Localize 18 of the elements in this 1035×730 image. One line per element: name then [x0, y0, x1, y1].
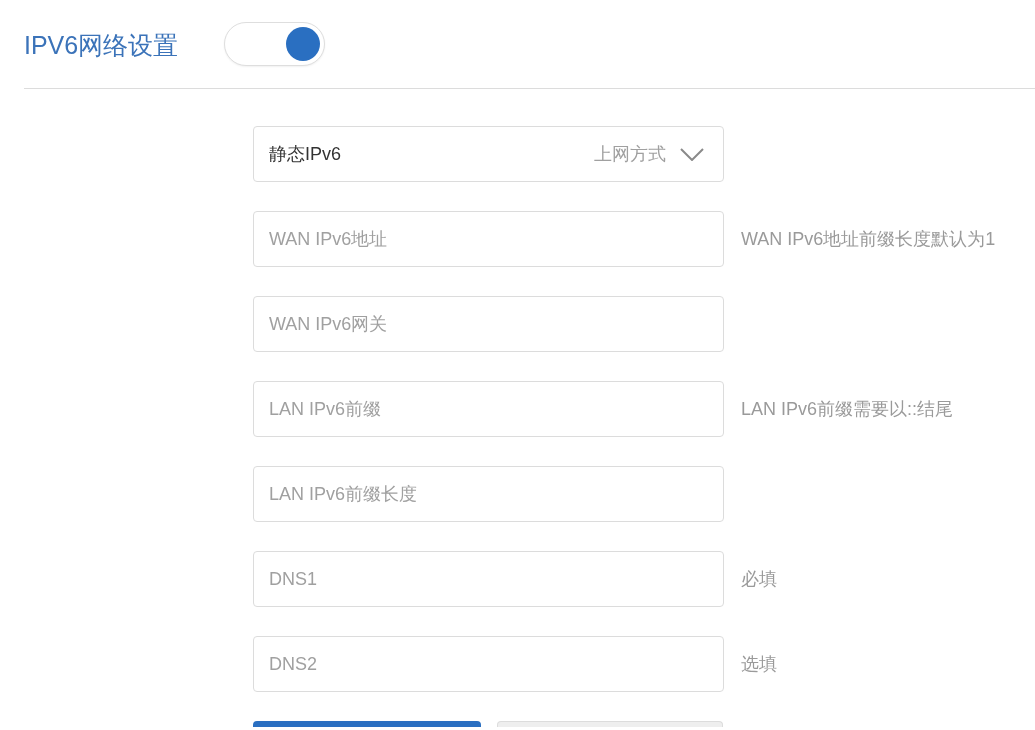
field-hint: LAN IPv6前缀需要以::结尾 [741, 398, 954, 421]
chevron-down-icon [680, 147, 704, 161]
input-field[interactable]: WAN IPv6网关 [253, 296, 724, 352]
secondary-button[interactable] [497, 721, 723, 727]
select-field[interactable]: 静态IPv6 上网方式 [253, 126, 724, 182]
field-hint: 选填 [741, 653, 777, 676]
field-hint: 必填 [741, 568, 777, 591]
primary-button[interactable] [253, 721, 481, 727]
input-field[interactable]: DNS1 [253, 551, 724, 607]
input-field[interactable]: LAN IPv6前缀 [253, 381, 724, 437]
select-label: 上网方式 [594, 143, 666, 166]
field-hint: WAN IPv6地址前缀长度默认为1 [741, 228, 996, 251]
input-field[interactable]: WAN IPv6地址 [253, 211, 724, 267]
input-field[interactable]: DNS2 [253, 636, 724, 692]
page-title: IPV6网络设置 [24, 29, 179, 61]
toggle-switch[interactable] [224, 22, 326, 66]
input-field[interactable]: LAN IPv6前缀长度 [253, 466, 724, 522]
selected-value: 静态IPv6 [269, 143, 342, 166]
